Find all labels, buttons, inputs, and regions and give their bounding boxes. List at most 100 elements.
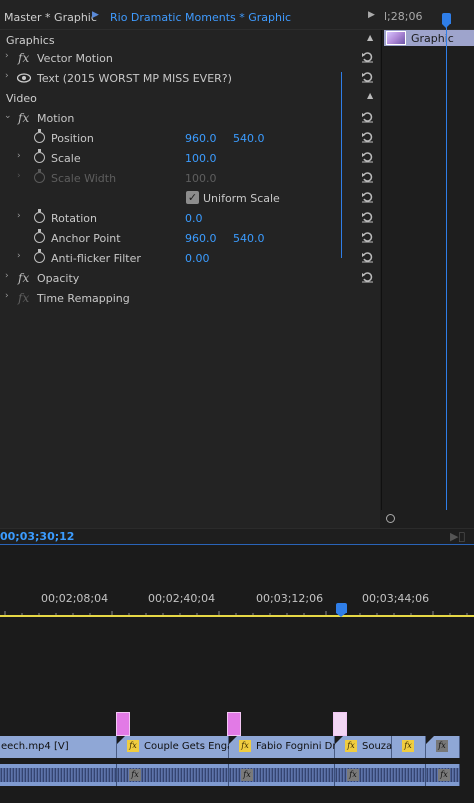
fx-badge-icon: fx xyxy=(402,740,414,752)
audio-clip[interactable]: fx xyxy=(117,764,229,786)
clip-corner xyxy=(229,736,237,744)
play-only-icon[interactable]: ▶ xyxy=(368,10,375,20)
video-clip[interactable]: fx xyxy=(392,736,426,758)
reset-icon[interactable] xyxy=(361,130,374,143)
tab-master-graphic[interactable]: Master * Graphic xyxy=(4,11,97,24)
sequence-timeline[interactable]: 00;02;08;04 00;02;40;04 00;03;12;06 00;0… xyxy=(0,545,474,803)
anchor-y-value[interactable]: 540.0 xyxy=(233,232,265,245)
reset-icon[interactable] xyxy=(361,270,374,283)
prop-position: Position 960.0 540.0 xyxy=(0,128,380,148)
clip-corner xyxy=(426,736,434,744)
fx-icon[interactable]: fx xyxy=(18,111,29,125)
stopwatch-icon[interactable] xyxy=(34,209,45,223)
graphic-clip[interactable]: Graphic xyxy=(384,30,474,46)
reset-icon[interactable] xyxy=(361,110,374,123)
chevron-right-icon[interactable]: ▶ xyxy=(92,10,99,20)
fx-badge-icon: fx xyxy=(241,769,253,781)
reset-icon[interactable] xyxy=(361,150,374,163)
graphic-clip-marker[interactable] xyxy=(116,712,130,736)
section-video[interactable]: Video ▲ xyxy=(0,88,380,108)
prop-scale: › Scale 100.0 xyxy=(0,148,380,168)
sequence-playhead-line xyxy=(341,72,342,258)
sequence-playhead[interactable] xyxy=(336,603,347,617)
stopwatch-icon[interactable] xyxy=(34,229,45,243)
scale-width-value: 100.0 xyxy=(185,172,217,185)
rotation-value[interactable]: 0.0 xyxy=(185,212,203,225)
prop-anchor-point-label: Anchor Point xyxy=(51,232,121,245)
stopwatch-icon[interactable] xyxy=(34,149,45,163)
stopwatch-icon[interactable] xyxy=(34,129,45,143)
reset-icon[interactable] xyxy=(361,70,374,83)
anchor-x-value[interactable]: 960.0 xyxy=(185,232,217,245)
reset-icon[interactable] xyxy=(361,250,374,263)
clip-corner xyxy=(335,736,343,744)
ec-footer-controls-icon[interactable]: ▶⃒ xyxy=(450,530,465,543)
video-clip[interactable]: fx Souza xyxy=(335,736,392,758)
video-clip[interactable]: fx Fabio Fognini Drop xyxy=(229,736,349,758)
graphic-clip-marker-selected[interactable] xyxy=(333,712,347,736)
audio-clip[interactable]: fx xyxy=(229,764,335,786)
section-graphics-label: Graphics xyxy=(6,34,55,47)
effect-motion-label: Motion xyxy=(37,112,75,125)
graphic-clip-label: Graphic xyxy=(411,32,454,45)
position-y-value[interactable]: 540.0 xyxy=(233,132,265,145)
graphic-clip-marker[interactable] xyxy=(227,712,241,736)
work-area-bar[interactable] xyxy=(0,615,474,617)
effect-vector-motion[interactable]: › fx Vector Motion xyxy=(0,48,380,68)
video-clip[interactable]: fx Couple Gets Engaged xyxy=(117,736,252,758)
disclosure-arrow-open-icon[interactable]: ⌄ xyxy=(4,111,12,121)
reset-icon[interactable] xyxy=(361,190,374,203)
disclosure-arrow-icon[interactable]: › xyxy=(5,271,9,281)
reset-icon[interactable] xyxy=(361,230,374,243)
disclosure-arrow-icon[interactable]: › xyxy=(5,71,9,81)
fx-badge-icon: fx xyxy=(345,740,357,752)
effect-motion[interactable]: ⌄ fx Motion xyxy=(0,108,380,128)
fx-badge-icon: fx xyxy=(438,769,450,781)
audio-clip[interactable]: fx xyxy=(426,764,460,786)
section-graphics[interactable]: Graphics ▲ xyxy=(0,30,380,50)
ec-playhead-line xyxy=(446,20,447,513)
uniform-scale-label: Uniform Scale xyxy=(203,192,280,205)
video-track-v1: eech.mp4 [V] fx Couple Gets Engaged fx F… xyxy=(0,736,474,758)
scale-value[interactable]: 100.0 xyxy=(185,152,217,165)
zoom-handle-icon[interactable] xyxy=(386,514,395,523)
ec-timecode-ruler: l;28;06 xyxy=(384,10,423,23)
reset-icon[interactable] xyxy=(361,170,374,183)
disclosure-arrow-icon[interactable]: › xyxy=(17,251,21,261)
effect-opacity[interactable]: › fx Opacity xyxy=(0,268,380,288)
tab-sequence-graphic[interactable]: Rio Dramatic Moments * Graphic xyxy=(110,11,291,24)
effect-text-layer[interactable]: › Text (2015 WORST MP MISS EVER?) xyxy=(0,68,380,88)
disclosure-arrow-icon: › xyxy=(17,171,21,181)
reset-icon[interactable] xyxy=(361,50,374,63)
audio-clip[interactable] xyxy=(0,764,117,786)
reset-icon[interactable] xyxy=(361,210,374,223)
disclosure-arrow-icon[interactable]: › xyxy=(17,151,21,161)
prop-uniform-scale: ✓ Uniform Scale xyxy=(0,188,380,208)
ruler-label: 00;02;40;04 xyxy=(148,592,216,605)
ec-zoom-bar xyxy=(381,510,474,528)
prop-anti-flicker: › Anti-flicker Filter 0.00 xyxy=(0,248,380,268)
anti-flicker-value[interactable]: 0.00 xyxy=(185,252,210,265)
video-clip[interactable]: fx xyxy=(426,736,460,758)
ec-mini-timeline[interactable]: Graphic xyxy=(381,30,474,528)
fx-icon[interactable]: fx xyxy=(18,271,29,285)
collapse-up-icon[interactable]: ▲ xyxy=(367,33,373,42)
uniform-scale-checkbox[interactable]: ✓ xyxy=(186,191,199,204)
video-clip-name: eech.mp4 [V] xyxy=(1,741,69,752)
collapse-up-icon[interactable]: ▲ xyxy=(367,91,373,100)
fx-icon[interactable]: fx xyxy=(18,51,29,65)
prop-position-label: Position xyxy=(51,132,94,145)
disclosure-arrow-icon[interactable]: › xyxy=(17,211,21,221)
ec-current-timecode[interactable]: 00;03;30;12 xyxy=(0,530,74,543)
position-x-value[interactable]: 960.0 xyxy=(185,132,217,145)
fx-badge-icon: fx xyxy=(129,769,141,781)
prop-scale-width: › Scale Width 100.0 xyxy=(0,168,380,188)
stopwatch-icon[interactable] xyxy=(34,249,45,263)
disclosure-arrow-icon[interactable]: › xyxy=(5,291,9,301)
eye-icon[interactable] xyxy=(17,73,31,83)
video-clip[interactable]: eech.mp4 [V] xyxy=(0,736,117,758)
effect-time-remapping[interactable]: › fx Time Remapping xyxy=(0,288,380,308)
section-video-label: Video xyxy=(6,92,37,105)
audio-clip[interactable]: fx xyxy=(335,764,426,786)
disclosure-arrow-icon[interactable]: › xyxy=(5,51,9,61)
